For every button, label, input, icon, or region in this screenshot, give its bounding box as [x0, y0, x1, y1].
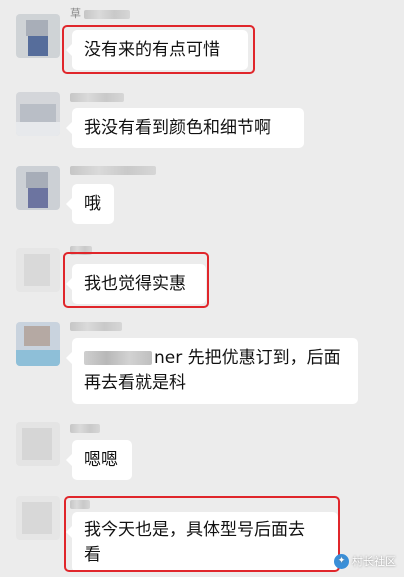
- watermark-text: 村长社区: [352, 555, 396, 568]
- sender-name-blur: [84, 10, 130, 19]
- highlight-box: [62, 25, 255, 74]
- avatar[interactable]: [16, 166, 60, 210]
- sender-name-blur: [70, 424, 100, 433]
- message-bubble[interactable]: 哦: [66, 184, 114, 224]
- avatar[interactable]: [16, 496, 60, 540]
- avatar[interactable]: [16, 322, 60, 366]
- message-text-line-2: 再去看就是科: [84, 373, 186, 393]
- message-bubble[interactable]: ner 先把优惠订到，后面 再去看就是科: [66, 338, 358, 404]
- watermark: ✦ 村长社区: [334, 553, 396, 569]
- message-line-1: ner 先把优惠订到，后面: [84, 346, 346, 371]
- sender-name: 草: [70, 7, 81, 20]
- avatar[interactable]: [16, 248, 60, 292]
- sender-name-blur: [70, 322, 122, 331]
- message-bubble[interactable]: 嗯嗯: [66, 440, 132, 480]
- avatar[interactable]: [16, 92, 60, 136]
- message-text: 嗯嗯: [84, 450, 118, 470]
- message-text: 我没有看到颜色和细节啊: [84, 118, 271, 138]
- avatar[interactable]: [16, 422, 60, 466]
- blurred-mention: [84, 351, 152, 365]
- highlight-box: [63, 252, 209, 308]
- sender-name-blur: [70, 93, 124, 102]
- avatar[interactable]: [16, 14, 60, 58]
- highlight-box: [64, 496, 340, 572]
- message-bubble[interactable]: 我没有看到颜色和细节啊: [66, 108, 304, 148]
- message-text: 哦: [84, 194, 101, 214]
- chat-logo-icon: ✦: [334, 553, 349, 569]
- sender-name-blur: [70, 166, 156, 175]
- message-text: ner 先把优惠订到，后面: [154, 348, 341, 368]
